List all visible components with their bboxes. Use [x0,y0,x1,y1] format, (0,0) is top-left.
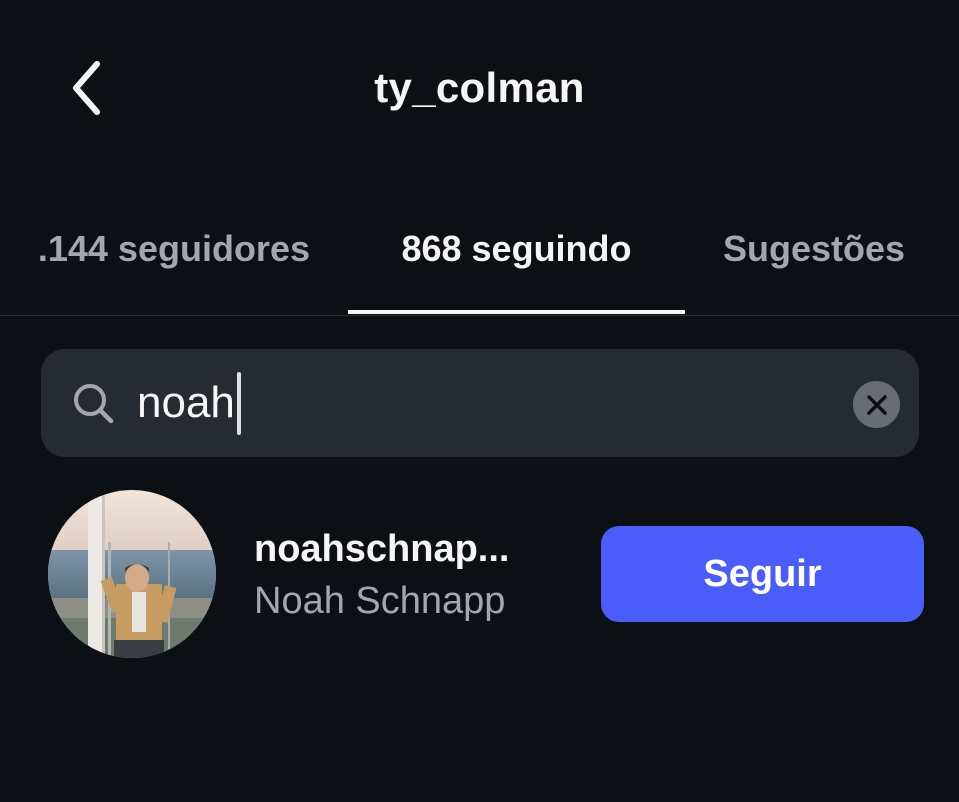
list-item[interactable]: noahschnap... Noah Schnapp Seguir [0,488,959,660]
clear-search-button[interactable] [853,381,900,428]
text-cursor [236,372,241,435]
tab-following[interactable]: 868 seguindo [348,228,685,270]
divider [0,315,959,316]
header: ty_colman [0,0,959,180]
page-title: ty_colman [374,64,585,111]
result-username[interactable]: noahschnap... [254,528,509,571]
close-icon [866,394,887,415]
result-full-name: Noah Schnapp [254,580,506,622]
follow-button[interactable]: Seguir [601,526,924,622]
tab-bar: .144 seguidores 868 seguindo Sugestões [0,200,959,316]
avatar[interactable] [48,490,216,658]
avatar-photo [48,490,216,658]
active-tab-indicator [348,310,685,314]
tab-suggestions[interactable]: Sugestões [723,228,905,270]
search-icon [74,384,114,424]
search-input[interactable] [137,373,737,433]
tab-followers[interactable]: .144 seguidores [38,228,310,270]
search-bar[interactable] [41,349,919,457]
